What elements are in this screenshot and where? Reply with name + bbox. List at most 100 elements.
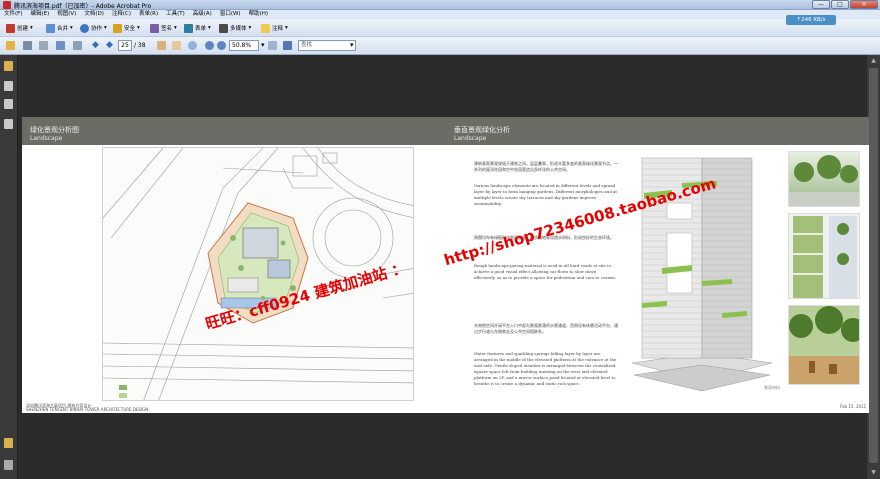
collaborate-button[interactable]: 协作 ▾: [80, 22, 107, 34]
close-button[interactable]: ✕: [850, 0, 878, 9]
find-input[interactable]: 查找: [298, 40, 356, 51]
zoom-out-icon[interactable]: [205, 41, 214, 50]
scroll-up-icon[interactable]: ▲: [869, 56, 878, 65]
pages-icon[interactable]: [4, 81, 13, 91]
chevron-down-icon: ▾: [174, 25, 177, 31]
multimedia-label: 多媒体: [230, 26, 247, 32]
navigation-pane: [0, 55, 18, 479]
sign-pen-icon: [150, 23, 159, 33]
select-tool-icon[interactable]: [157, 41, 166, 50]
zoom-in-icon[interactable]: [217, 41, 226, 50]
scroll-down-icon[interactable]: ▼: [869, 468, 878, 477]
title-bar: 腾讯滨海项目.pdf（已加密）- Adobe Acrobat Pro — □ ✕: [0, 0, 880, 10]
combine-button[interactable]: 合并 ▾: [46, 22, 73, 34]
network-speed-badge: ↑246 KB/s: [786, 15, 836, 25]
menu-advanced[interactable]: 高级(A): [189, 10, 216, 19]
print-icon[interactable]: [23, 41, 32, 50]
paperclip-icon[interactable]: [4, 460, 13, 470]
chevron-down-icon: ▾: [104, 25, 107, 31]
create-label: 创建: [17, 26, 29, 32]
chevron-down-icon: ▾: [30, 25, 33, 31]
sign-icon[interactable]: [4, 438, 13, 448]
footer-project-en: SHENZHEN TENCENT BINHAI TOWER ARCHITECTU…: [26, 407, 149, 412]
zoom-tool-icon[interactable]: [188, 41, 197, 50]
paragraph-3-cn: 东南侧空间开阔平台入口中部为景观跌落的水景通道，西侧设有休憩活动平台，通过步行道…: [474, 323, 618, 334]
lock-icon: [113, 23, 122, 33]
page-icon[interactable]: [73, 41, 82, 50]
menu-help[interactable]: 帮助(H): [245, 10, 272, 19]
forms-icon: [184, 23, 193, 33]
chevron-down-icon: ▾: [137, 25, 140, 31]
open-folder-icon[interactable]: [6, 41, 15, 50]
maximize-button[interactable]: □: [831, 0, 849, 9]
next-page-icon[interactable]: ◆: [106, 40, 113, 50]
paragraph-1-cn: 建筑垂直景观穿插于建筑之间，层层叠翠，形成丰富多变的垂直绿化景观节点。一系列的屋…: [474, 161, 618, 172]
forms-button[interactable]: 表单 ▾: [184, 22, 211, 34]
forms-label: 表单: [195, 26, 207, 32]
paragraph-1-en: Various landscape elements are located i…: [474, 183, 618, 206]
menu-bar: 文件(F) 编辑(E) 视图(V) 文档(D) 注释(C) 表单(R) 工具(T) 高级(A)…: [0, 10, 880, 19]
chevron-down-icon: ▾: [208, 25, 211, 31]
right-section-subtitle: Landscape: [454, 135, 487, 142]
lock-icon[interactable]: [4, 61, 13, 71]
collaborate-icon: [80, 23, 89, 33]
left-section-subtitle: Landscape: [30, 135, 63, 142]
page-footer: 深圳腾讯滨海大厦项目 建筑方案设计 SHENZHEN TENCENT BINHA…: [22, 403, 869, 413]
photo-caption: 景观材料: [764, 385, 780, 390]
photo-landscape-materials: [788, 305, 860, 385]
page-number-input[interactable]: 25: [118, 40, 132, 51]
multimedia-button[interactable]: 多媒体 ▾: [219, 22, 251, 34]
menu-file[interactable]: 文件(F): [0, 10, 26, 19]
right-section-title: 垂直景观绿化分析: [454, 126, 510, 134]
previous-page-icon[interactable]: ◆: [92, 40, 99, 50]
menu-document[interactable]: 文档(D): [80, 10, 108, 19]
left-section-title: 绿化景观分析图: [30, 126, 79, 134]
save-icon[interactable]: [39, 41, 48, 50]
menu-edit[interactable]: 编辑(E): [26, 10, 53, 19]
chevron-down-icon[interactable]: ▾: [261, 41, 265, 49]
comment-label: 注释: [272, 26, 284, 32]
scroll-thumb[interactable]: [869, 68, 878, 463]
secure-label: 安全: [124, 26, 136, 32]
email-icon[interactable]: [56, 41, 65, 50]
chevron-down-icon: ▾: [285, 25, 288, 31]
comments-icon[interactable]: [4, 119, 13, 129]
acrobat-icon: [3, 1, 11, 9]
create-button[interactable]: 创建 ▾: [6, 22, 33, 34]
photo-vertical-garden: [788, 213, 860, 299]
fit-width-icon[interactable]: [283, 41, 292, 50]
photo-green-atrium: [788, 151, 860, 207]
secure-button[interactable]: 安全 ▾: [113, 22, 140, 34]
menu-view[interactable]: 视图(V): [53, 10, 80, 19]
sign-label: 签名: [161, 26, 173, 32]
page-header: 绿化景观分析图 Landscape 垂直景观绿化分析 Landscape: [22, 117, 869, 145]
sign-button[interactable]: 签名 ▾: [150, 22, 177, 34]
combine-label: 合并: [57, 26, 69, 32]
tasks-toolbar: 创建 ▾ 合并 ▾ 协作 ▾ 安全 ▾ 签名 ▾ 表单 ▾ 多媒体 ▾ 注释 ▾: [0, 19, 880, 37]
menu-tools[interactable]: 工具(T): [162, 10, 189, 19]
fit-page-icon[interactable]: [268, 41, 277, 50]
window-title: 腾讯滨海项目.pdf（已加密）- Adobe Acrobat Pro: [14, 3, 152, 10]
comment-button[interactable]: 注释 ▾: [261, 22, 288, 34]
menu-window[interactable]: 窗口(W): [216, 10, 245, 19]
paragraph-2-en: Rough landscape paving material is used …: [474, 263, 617, 280]
navigation-toolbar: ◆ ◆ 25 / 38 50.8% ▾ 查找 ▾: [0, 37, 880, 55]
chevron-down-icon: ▾: [248, 25, 252, 31]
attachments-icon[interactable]: [4, 99, 13, 109]
multimedia-icon: [219, 23, 228, 33]
hand-tool-icon[interactable]: [172, 41, 181, 50]
paragraph-3-en: Water features and sparkling springs fal…: [474, 351, 617, 386]
footer-date: Feb 15, 2011: [840, 404, 867, 409]
chevron-down-icon: ▾: [70, 25, 73, 31]
zoom-level-select[interactable]: 50.8%: [229, 40, 259, 51]
combine-icon: [46, 23, 55, 33]
map-legend: [119, 384, 159, 400]
page-count: / 38: [134, 42, 146, 49]
create-pdf-icon: [6, 23, 15, 33]
menu-comments[interactable]: 注释(C): [108, 10, 135, 19]
chevron-down-icon[interactable]: ▾: [350, 41, 354, 49]
window-controls: — □ ✕: [812, 0, 878, 9]
minimize-button[interactable]: —: [812, 0, 830, 9]
comment-icon: [261, 23, 270, 33]
menu-forms[interactable]: 表单(R): [135, 10, 162, 19]
